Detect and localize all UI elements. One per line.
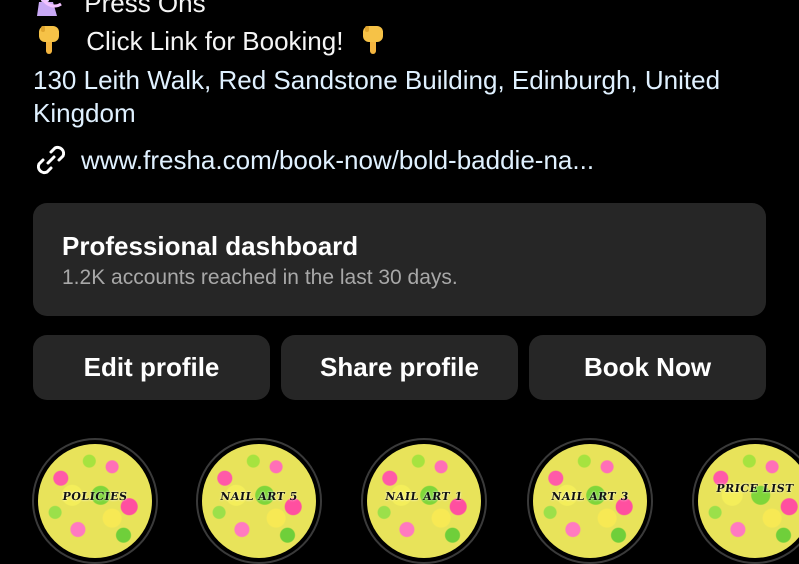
bio-link[interactable]: www.fresha.com/book-now/bold-baddie-na..… <box>33 142 594 178</box>
bio-link-text[interactable]: www.fresha.com/book-now/bold-baddie-na..… <box>81 145 594 176</box>
dashboard-title: Professional dashboard <box>62 231 359 261</box>
highlight-cover: NAIL ART 1 <box>367 444 481 558</box>
highlight-item[interactable]: PRICE LIST <box>692 438 799 564</box>
pointing-down-icon <box>33 24 65 56</box>
edit-profile-button[interactable]: Edit profile <box>33 335 270 400</box>
professional-dashboard-card[interactable]: Professional dashboard 1.2K accounts rea… <box>33 203 766 316</box>
bio-line-booking: Click Link for Booking! <box>33 24 389 57</box>
highlight-cover: POLICIES <box>38 444 152 558</box>
highlight-label: POLICIES <box>61 490 129 503</box>
highlight-item[interactable]: NAIL ART 3 <box>527 438 653 564</box>
highlight-item[interactable]: NAIL ART 5 <box>196 438 322 564</box>
bio-text-press-ons: Press Ons <box>84 0 206 18</box>
highlight-label: PRICE LIST <box>715 482 795 495</box>
share-profile-button[interactable]: Share profile <box>281 335 518 400</box>
dashboard-subtitle: 1.2K accounts reached in the last 30 day… <box>62 266 458 289</box>
highlight-cover: NAIL ART 3 <box>533 444 647 558</box>
highlight-label: NAIL ART 3 <box>550 490 630 503</box>
highlight-label: NAIL ART 5 <box>219 490 299 503</box>
book-now-button[interactable]: Book Now <box>529 335 766 400</box>
nail-polish-icon <box>33 0 65 18</box>
highlight-label: NAIL ART 1 <box>384 490 464 503</box>
highlight-cover: PRICE LIST <box>698 444 799 558</box>
link-icon <box>33 142 69 178</box>
bio-line-press-ons: Press Ons <box>33 0 206 19</box>
highlight-item[interactable]: NAIL ART 1 <box>361 438 487 564</box>
bio-address[interactable]: 130 Leith Walk, Red Sandstone Building, … <box>33 64 753 130</box>
highlight-cover: NAIL ART 5 <box>202 444 316 558</box>
highlight-item[interactable]: POLICIES <box>32 438 158 564</box>
pointing-down-icon <box>357 24 389 56</box>
bio-text-booking: Click Link for Booking! <box>86 26 344 56</box>
